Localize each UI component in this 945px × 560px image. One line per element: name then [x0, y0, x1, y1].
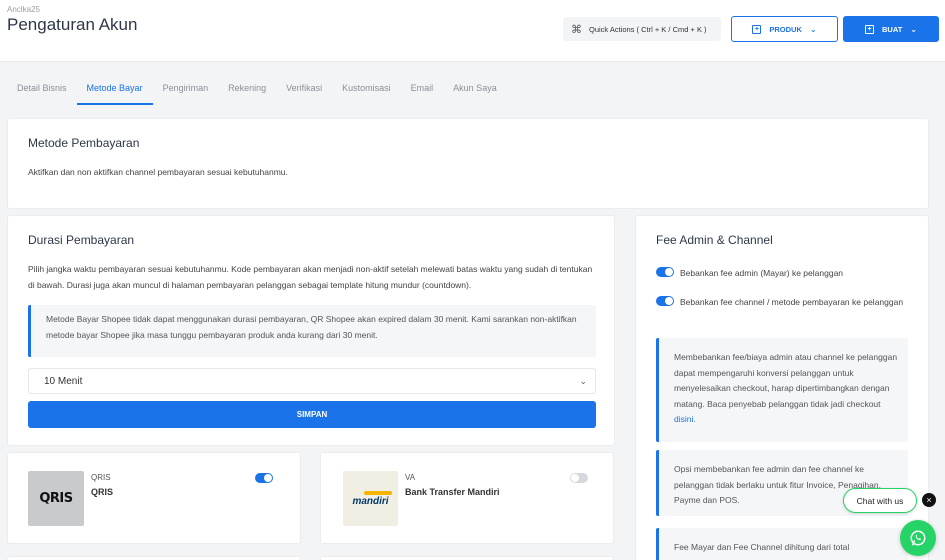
chevron-down-icon: ⌄	[579, 375, 587, 386]
breadcrumb[interactable]: Anclka25	[7, 5, 40, 14]
plus-icon: +	[865, 24, 874, 34]
whatsapp-button[interactable]	[900, 520, 936, 556]
tab-kustomisasi[interactable]: Kustomisasi	[332, 76, 401, 105]
metode-title: Metode Pembayaran	[28, 136, 140, 150]
qris-type: QRIS	[91, 473, 111, 482]
shopee-notice-text: Metode Bayar Shopee tidak dapat mengguna…	[46, 314, 577, 340]
channel-card-partial	[7, 556, 301, 560]
chat-bubble[interactable]: Chat with us	[843, 488, 917, 513]
quick-actions-label: Quick Actions ( Ctrl + K / Cmd + K )	[589, 24, 707, 34]
buat-button[interactable]: + BUAT ⌄	[843, 16, 939, 42]
fee-admin-toggle-row: Bebankan fee admin (Mayar) ke pelanggan	[656, 266, 906, 280]
channel-card-qris: QRIS QRIS QRIS	[7, 452, 301, 544]
tab-metode-bayar[interactable]: Metode Bayar	[76, 76, 153, 105]
settings-tabs: Detail Bisnis Metode Bayar Pengiriman Re…	[7, 76, 507, 105]
fee-conversion-notice: Membebankan fee/biaya admin atau channel…	[656, 338, 908, 442]
plus-icon: +	[752, 24, 762, 34]
page-title: Pengaturan Akun	[7, 15, 138, 34]
metode-pembayaran-card: Metode Pembayaran Aktifkan dan non aktif…	[7, 118, 929, 209]
durasi-select[interactable]: 10 Menit ⌄	[28, 368, 596, 394]
metode-desc: Aktifkan dan non aktifkan channel pembay…	[28, 167, 288, 177]
whatsapp-icon	[910, 530, 926, 546]
durasi-select-value: 10 Menit	[44, 375, 83, 387]
fee-channel-toggle[interactable]	[656, 296, 674, 306]
chat-label: Chat with us	[856, 495, 904, 506]
chevron-down-icon: ⌄	[910, 24, 917, 34]
qris-name: QRIS	[91, 487, 114, 497]
fee-conversion-text: Membebankan fee/biaya admin atau channel…	[674, 352, 898, 409]
qris-logo: QRIS	[28, 471, 84, 526]
channel-card-mandiri: mandiri VA Bank Transfer Mandiri	[320, 452, 614, 544]
simpan-button[interactable]: SIMPAN	[28, 401, 596, 428]
channel-card-partial	[320, 556, 614, 560]
chevron-down-icon: ⌄	[809, 24, 817, 34]
produk-label: PRODUK	[769, 24, 802, 34]
mandiri-toggle[interactable]	[570, 473, 588, 483]
tab-email[interactable]: Email	[401, 76, 444, 105]
durasi-desc: Pilih jangka waktu pembayaran sesuai keb…	[28, 264, 593, 290]
durasi-title: Durasi Pembayaran	[28, 233, 135, 247]
fee-channel-toggle-row: Bebankan fee channel / metode pembayaran…	[656, 295, 906, 311]
tab-pengiriman[interactable]: Pengiriman	[153, 76, 219, 105]
produk-button[interactable]: + PRODUK ⌄	[731, 16, 838, 42]
durasi-pembayaran-card: Durasi Pembayaran Pilih jangka waktu pem…	[7, 215, 615, 446]
fee-admin-toggle-label: Bebankan fee admin (Mayar) ke pelanggan	[680, 268, 844, 278]
tab-detail-bisnis[interactable]: Detail Bisnis	[7, 76, 77, 105]
mandiri-wave	[363, 490, 392, 495]
close-chat-icon[interactable]: ×	[922, 493, 936, 507]
top-bar: Anclka25 Pengaturan Akun ⌘ Quick Actions…	[0, 0, 945, 62]
buat-label: BUAT	[882, 24, 903, 34]
tab-verifikasi[interactable]: Verifikasi	[276, 76, 332, 105]
shopee-notice: Metode Bayar Shopee tidak dapat mengguna…	[28, 305, 596, 357]
simpan-label: SIMPAN	[296, 410, 328, 419]
qris-toggle[interactable]	[255, 473, 273, 483]
mandiri-name: Bank Transfer Mandiri	[405, 487, 500, 497]
command-icon: ⌘	[571, 23, 582, 36]
disini-link[interactable]: disini.	[674, 414, 696, 424]
quick-actions-button[interactable]: ⌘ Quick Actions ( Ctrl + K / Cmd + K )	[563, 17, 721, 41]
fee-calc-notice: Fee Mayar dan Fee Channel dihitung dari …	[656, 528, 908, 560]
fee-title: Fee Admin & Channel	[656, 233, 773, 247]
fee-admin-toggle[interactable]	[656, 267, 674, 277]
mandiri-type: VA	[405, 473, 416, 482]
fee-calc-text: Fee Mayar dan Fee Channel dihitung dari …	[674, 542, 850, 552]
fee-channel-toggle-label: Bebankan fee channel / metode pembayaran…	[680, 297, 904, 307]
mandiri-logo: mandiri	[343, 471, 398, 526]
tab-rekening[interactable]: Rekening	[218, 76, 276, 105]
tab-akun-saya[interactable]: Akun Saya	[443, 76, 507, 105]
